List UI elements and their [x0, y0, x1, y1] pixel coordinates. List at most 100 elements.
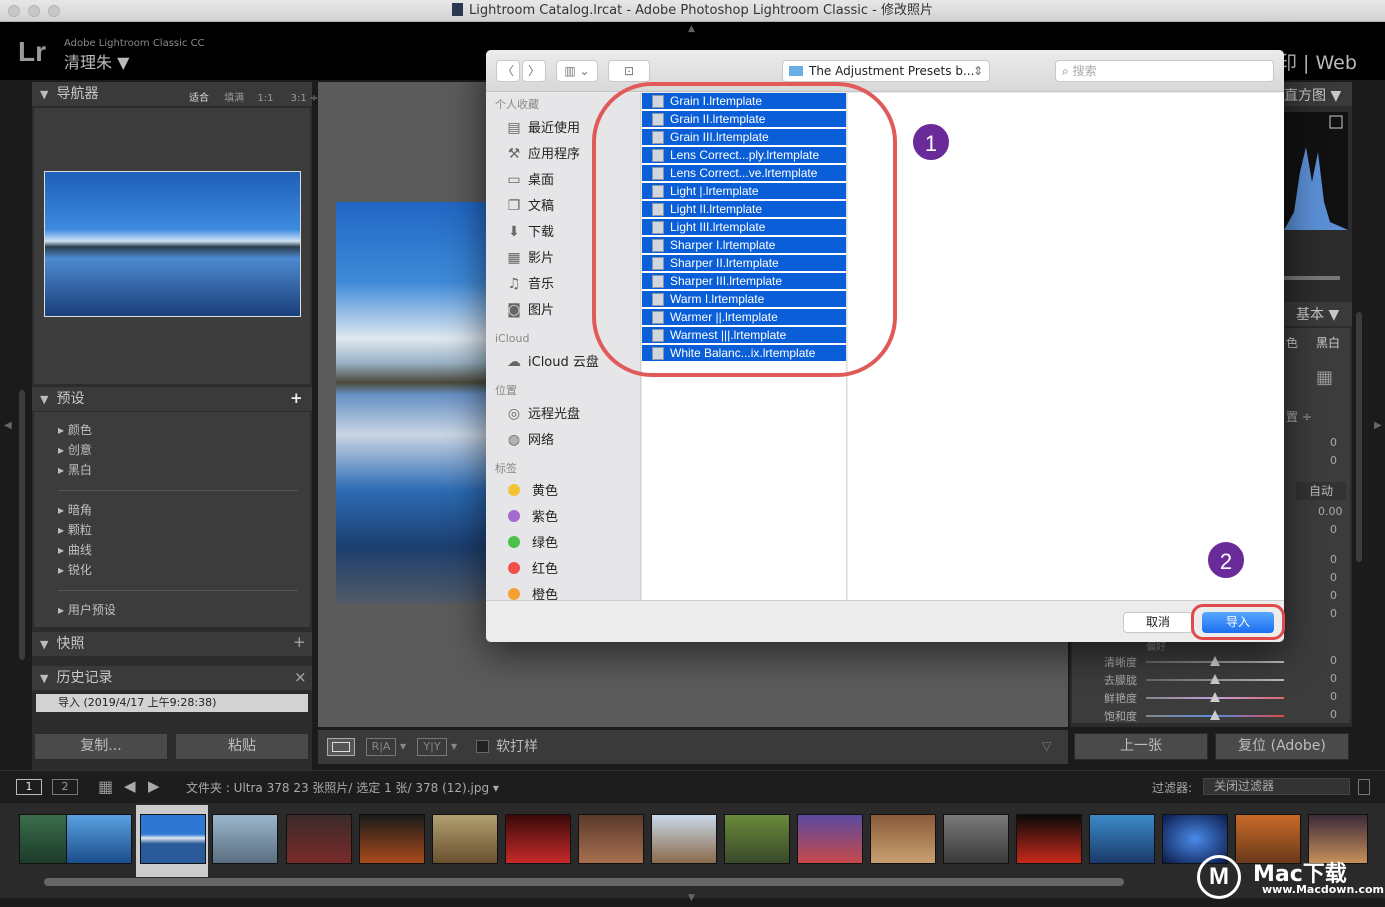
- lightroom-window: Lightroom Catalog.lrcat - Adobe Photosho…: [0, 0, 1385, 907]
- paste-settings-button[interactable]: 粘贴: [175, 733, 309, 760]
- right-panel-toggle-icon[interactable]: ▶: [1374, 420, 1382, 431]
- previous-photo-button[interactable]: 上一张: [1074, 733, 1208, 760]
- filmstrip-thumbnail[interactable]: [578, 814, 644, 864]
- preset-group-color[interactable]: ▸ 颜色: [58, 420, 92, 440]
- folder-icon: [789, 66, 803, 76]
- tag-item[interactable]: 黄色: [486, 479, 640, 505]
- filter-dropdown[interactable]: 关闭过滤器: [1203, 778, 1350, 795]
- filmstrip-thumbnail[interactable]: [432, 814, 498, 864]
- view-mode-columns-icon[interactable]: ▥ ⌄: [556, 60, 598, 82]
- value-readout: 0: [1330, 553, 1337, 566]
- filmstrip-thumbnail[interactable]: [140, 814, 206, 864]
- filmstrip-thumbnail[interactable]: [1089, 814, 1155, 864]
- forward-arrow-icon[interactable]: ▶: [148, 777, 160, 795]
- filmstrip-thumbnail[interactable]: [359, 814, 425, 864]
- zoom-1-1[interactable]: 1:1: [257, 93, 273, 104]
- filmstrip-scrollbar[interactable]: [44, 878, 1124, 886]
- main-window-button[interactable]: 1: [16, 779, 42, 795]
- tool-strip-slider[interactable]: [1280, 276, 1340, 280]
- filter-lock-icon[interactable]: [1358, 779, 1370, 795]
- zoom-window-button[interactable]: [48, 5, 60, 17]
- filmstrip-thumbnail[interactable]: [870, 814, 936, 864]
- history-item[interactable]: 导入 (2019/4/17 上午9:28:38): [36, 694, 308, 712]
- cancel-button[interactable]: 取消: [1123, 612, 1193, 633]
- add-preset-button[interactable]: +: [290, 389, 303, 407]
- location-item[interactable]: ◎ 远程光盘: [486, 401, 640, 427]
- exposure-value: 0.00: [1318, 505, 1343, 518]
- zoom-fill[interactable]: 填满: [224, 93, 244, 104]
- preset-group-sharpen[interactable]: ▸ 锐化: [58, 560, 92, 580]
- favorite-icon: ▤: [507, 120, 521, 136]
- expand-triangle-icon: ▼: [40, 88, 49, 101]
- right-scrollbar[interactable]: [1356, 312, 1362, 562]
- tag-color-dot: [508, 588, 520, 600]
- filmstrip-thumbnail[interactable]: [66, 814, 132, 864]
- presence-sliders: 清晰度 0 去朦胧 0 鲜艳度 0 饱和度 0: [1070, 654, 1352, 726]
- dropdown-arrow-icon[interactable]: ▼: [400, 742, 406, 751]
- tag-item[interactable]: 绿色: [486, 531, 640, 557]
- auto-tone-button[interactable]: 自动: [1296, 482, 1346, 500]
- new-folder-icon[interactable]: ⊡: [608, 60, 650, 82]
- before-after-ra-button[interactable]: R|A: [366, 738, 396, 756]
- slider-label: 饱和度: [1104, 710, 1137, 723]
- wb-dropdown-fragment[interactable]: 置 ÷: [1286, 408, 1312, 425]
- favorite-icon: ♫: [507, 276, 521, 292]
- preset-group-curve[interactable]: ▸ 曲线: [58, 540, 92, 560]
- left-panel-toggle-icon[interactable]: ◀: [4, 420, 12, 431]
- back-arrow-icon[interactable]: ◀: [124, 777, 136, 795]
- step-badge-2: 2: [1206, 540, 1246, 580]
- module-picker-web[interactable]: 印 | Web: [1278, 48, 1357, 75]
- tag-item[interactable]: 橙色: [486, 583, 640, 600]
- softproof-checkbox[interactable]: [476, 740, 489, 753]
- minimize-window-button[interactable]: [28, 5, 40, 17]
- filmstrip-thumbnail[interactable]: [797, 814, 863, 864]
- zoom-3-1[interactable]: 3:1 ÷: [291, 93, 319, 104]
- main-photo[interactable]: [336, 202, 486, 603]
- loupe-view-button[interactable]: [327, 738, 355, 756]
- profile-color-fragment[interactable]: 色: [1286, 334, 1298, 351]
- close-window-button[interactable]: [8, 5, 20, 17]
- tag-item[interactable]: 红色: [486, 557, 640, 583]
- location-item[interactable]: ◍ 网络: [486, 427, 640, 453]
- preset-group-grain[interactable]: ▸ 颗粒: [58, 520, 92, 540]
- filmstrip-thumbnail[interactable]: [286, 814, 352, 864]
- preset-group-bw[interactable]: ▸ 黑白: [58, 460, 92, 480]
- grid-view-icon[interactable]: ▦: [98, 777, 113, 796]
- preset-group-vignette[interactable]: ▸ 暗角: [58, 500, 92, 520]
- preset-group-user[interactable]: ▸ 用户预设: [58, 600, 116, 620]
- profile-browser-grid-icon[interactable]: ▦: [1316, 367, 1333, 388]
- filmstrip-thumbnail[interactable]: [724, 814, 790, 864]
- collapse-top-arrow-icon[interactable]: ▲: [688, 24, 695, 34]
- copy-settings-button[interactable]: 复制...: [34, 733, 168, 760]
- filmstrip-thumbnail[interactable]: [943, 814, 1009, 864]
- clear-history-button[interactable]: ×: [294, 668, 307, 686]
- secondary-window-button[interactable]: 2: [52, 779, 78, 795]
- collapse-bottom-arrow-icon[interactable]: ▼: [688, 893, 695, 903]
- zoom-fit[interactable]: 适合: [189, 93, 209, 104]
- filmstrip-thumbnail[interactable]: [505, 814, 571, 864]
- tag-item[interactable]: 紫色: [486, 505, 640, 531]
- forward-button[interactable]: 〉: [522, 60, 546, 82]
- dropdown-arrow-icon[interactable]: ▼: [451, 742, 457, 751]
- left-scrollbar[interactable]: [19, 390, 25, 660]
- search-field[interactable]: ⌕ 搜索: [1055, 60, 1274, 82]
- navigator-thumbnail[interactable]: [44, 171, 301, 317]
- folder-path-popup[interactable]: The Adjustment Presets b... ⇕: [782, 60, 990, 82]
- reset-adobe-button[interactable]: 复位 (Adobe): [1215, 733, 1349, 760]
- filmstrip-source-info[interactable]: 文件夹 : Ultra 378 23 张照片/ 选定 1 张/ 378 (12)…: [186, 779, 499, 796]
- snapshots-header[interactable]: ▼ 快照: [32, 632, 312, 656]
- filmstrip-thumbnail[interactable]: [651, 814, 717, 864]
- identity-plate-user[interactable]: 清理朱 ▼: [64, 49, 129, 73]
- before-after-yy-button[interactable]: Y|Y: [417, 738, 447, 756]
- tag-color-dot: [508, 484, 520, 496]
- preset-group-creative[interactable]: ▸ 创意: [58, 440, 92, 460]
- back-button[interactable]: 〈: [496, 60, 520, 82]
- history-header[interactable]: ▼ 历史记录: [32, 666, 312, 690]
- filmstrip-thumbnail[interactable]: [1016, 814, 1082, 864]
- filmstrip-thumbnail[interactable]: [212, 814, 278, 864]
- toolbar-menu-icon[interactable]: ▽: [1042, 739, 1051, 753]
- presets-header[interactable]: ▼ 预设: [32, 387, 312, 411]
- filmstrip-bar: 1 2 ▦ ◀ ▶ 文件夹 : Ultra 378 23 张照片/ 选定 1 张…: [0, 770, 1385, 802]
- add-snapshot-button[interactable]: +: [293, 633, 306, 651]
- profile-bw-button[interactable]: 黑白: [1316, 334, 1340, 351]
